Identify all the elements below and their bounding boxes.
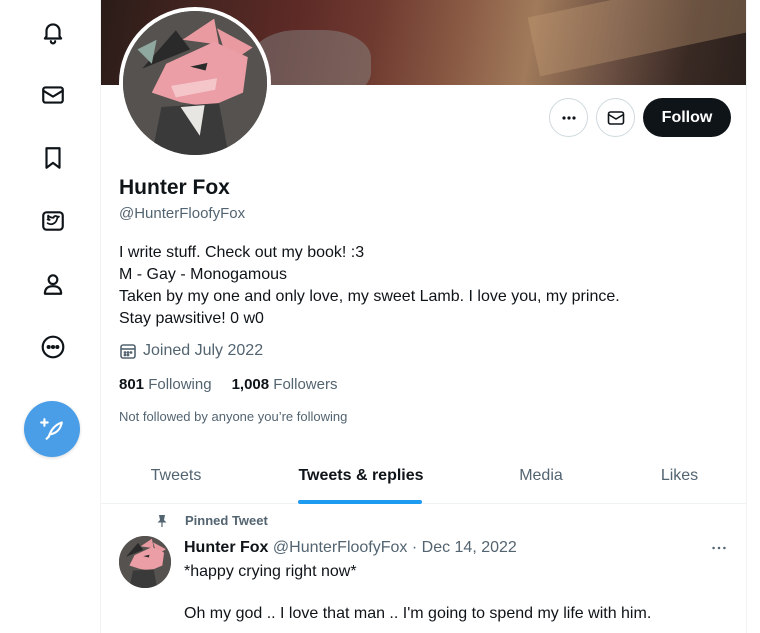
profile-tabs: Tweets Tweets & replies Media Likes (101, 448, 746, 504)
profile-handle: @HunterFloofyFox (119, 205, 246, 222)
tweet-more-button[interactable] (707, 538, 731, 558)
nav-bookmarks[interactable] (33, 138, 73, 178)
bookmark-icon (45, 147, 61, 169)
tweet-meta[interactable]: @HunterFloofyFox · Dec 14, 2022 (273, 539, 517, 556)
pinned-text: Pinned Tweet (185, 513, 268, 528)
followers-link[interactable]: 1,008 Followers (232, 376, 338, 393)
tab-likes[interactable]: Likes (611, 448, 746, 504)
tweet-avatar[interactable] (119, 536, 171, 588)
profile-name: Hunter Fox (119, 176, 230, 199)
tab-tweets[interactable]: Tweets (101, 448, 251, 504)
following-link[interactable]: 801 Following (119, 376, 212, 393)
pin-icon (157, 514, 167, 527)
left-nav (0, 0, 100, 633)
profile-avatar[interactable] (119, 7, 271, 159)
tab-media[interactable]: Media (471, 448, 611, 504)
pinned-tweet-label: Pinned Tweet (155, 513, 268, 528)
joined-date: Joined July 2022 (119, 342, 263, 360)
tab-tweets-replies[interactable]: Tweets & replies (251, 448, 471, 504)
nav-more[interactable] (33, 327, 73, 367)
fox-avatar-image (119, 536, 171, 588)
twitter-blue-icon (42, 211, 64, 231)
person-icon (43, 274, 63, 295)
tab-label: Tweets (150, 467, 202, 484)
nav-messages[interactable] (33, 75, 73, 115)
joined-text: Joined July 2022 (143, 342, 264, 359)
tab-label: Media (519, 467, 563, 484)
bio-line: Stay pawsitive! 0 w0 (119, 310, 264, 327)
tweet-text-line: *happy crying right now* (184, 563, 357, 580)
following-label: Following (148, 376, 212, 393)
bio-line: I write stuff. Check out my book! :3 (119, 244, 365, 261)
bio-line: Taken by my one and only love, my sweet … (119, 288, 620, 305)
fox-avatar-image (123, 11, 267, 155)
tab-label: Tweets & replies (298, 467, 424, 484)
more-horizontal-icon (561, 115, 576, 120)
more-circle-icon (41, 335, 65, 359)
message-button[interactable] (596, 98, 635, 137)
profile-column: Follow Hunter Fox @HunterFloofyFox I wri… (100, 0, 747, 633)
bell-icon (43, 23, 63, 45)
nav-twitter-blue[interactable] (33, 201, 73, 241)
follow-button[interactable]: Follow (643, 98, 731, 137)
calendar-icon (120, 344, 136, 359)
following-count: 801 (119, 376, 145, 393)
compose-tweet-button[interactable] (24, 401, 80, 457)
followers-count: 1,008 (231, 376, 270, 393)
nav-notifications[interactable] (33, 12, 73, 52)
feather-plus-icon (40, 418, 63, 440)
nav-profile[interactable] (33, 264, 73, 304)
tab-label: Likes (660, 467, 699, 484)
more-options-button[interactable] (549, 98, 588, 137)
tweet-author-name[interactable]: Hunter Fox (184, 539, 268, 556)
active-tab-indicator (298, 500, 422, 504)
bio-line: M - Gay - Monogamous (119, 266, 288, 283)
tweet-header: Hunter Fox @HunterFloofyFox · Dec 14, 20… (184, 539, 517, 557)
more-horizontal-icon (712, 546, 726, 550)
followers-label: Followers (273, 376, 338, 393)
follow-stats: 801 Following 1,008 Followers (119, 376, 357, 393)
not-followed-notice: Not followed by anyone you’re following (119, 409, 348, 424)
mail-icon (607, 110, 624, 125)
profile-bio: I write stuff. Check out my book! :3 M -… (119, 242, 620, 330)
mail-icon (42, 86, 64, 104)
tweet-text-line: Oh my god .. I love that man .. I'm goin… (184, 605, 652, 622)
